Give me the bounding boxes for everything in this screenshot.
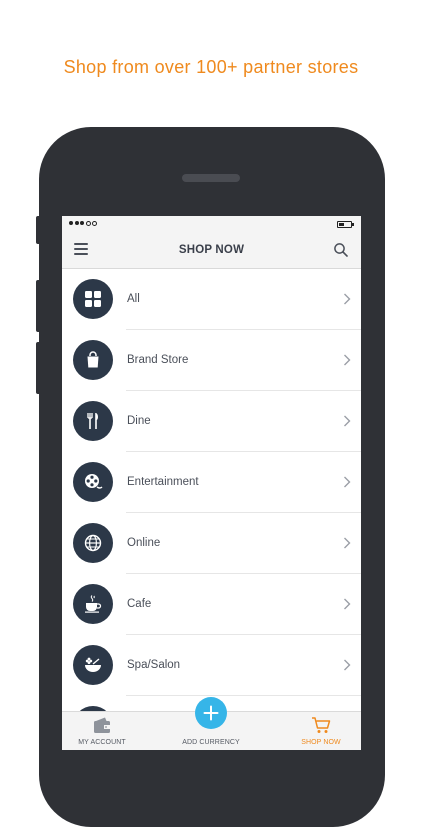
category-item-dine[interactable]: Dine — [62, 391, 361, 452]
category-item-spa-salon[interactable]: Spa/Salon — [62, 635, 361, 696]
wallet-icon — [94, 717, 110, 733]
category-item-entertainment[interactable]: Entertainment — [62, 452, 361, 513]
mute-switch — [36, 216, 40, 244]
category-label: Entertainment — [127, 476, 199, 488]
category-item-online[interactable]: Online — [62, 513, 361, 574]
status-bar — [62, 216, 361, 232]
plus-icon — [203, 705, 219, 721]
chevron-right-icon — [344, 293, 351, 305]
nav-bar: SHOP NOW — [62, 232, 361, 269]
category-label: Brand Store — [127, 354, 189, 366]
category-item-all[interactable]: All — [62, 269, 361, 330]
volume-down-button — [36, 342, 40, 394]
grid-icon — [73, 279, 113, 319]
category-label: Dine — [127, 415, 151, 427]
chevron-right-icon — [344, 659, 351, 671]
category-item-brand-store[interactable]: Brand Store — [62, 330, 361, 391]
category-item-cafe[interactable]: Cafe — [62, 574, 361, 635]
search-icon[interactable] — [333, 242, 349, 258]
tab-shop-now[interactable]: SHOP NOW — [281, 712, 361, 750]
chevron-right-icon — [344, 476, 351, 488]
tab-label: MY ACCOUNT — [78, 739, 126, 746]
chevron-right-icon — [344, 537, 351, 549]
phone-speaker — [182, 174, 240, 182]
film-reel-icon — [73, 462, 113, 502]
spa-bowl-icon — [73, 645, 113, 685]
category-label: Online — [127, 537, 161, 549]
tab-bar: MY ACCOUNT ADD CURRENCY SHOP NOW — [62, 697, 361, 750]
cart-icon — [312, 717, 331, 733]
add-currency-button[interactable] — [195, 697, 227, 729]
signal-icon — [69, 221, 97, 226]
shopping-bag-icon — [73, 340, 113, 380]
promo-headline: Shop from over 100+ partner stores — [63, 57, 359, 77]
tab-label: ADD CURRENCY — [182, 739, 240, 746]
fork-knife-icon — [73, 401, 113, 441]
volume-up-button — [36, 280, 40, 332]
chevron-right-icon — [344, 598, 351, 610]
category-label: Cafe — [127, 598, 152, 610]
tab-add-currency[interactable]: ADD CURRENCY — [171, 697, 251, 750]
category-label: All — [127, 293, 140, 305]
chevron-right-icon — [344, 415, 351, 427]
coffee-cup-icon — [73, 584, 113, 624]
category-label: Spa/Salon — [127, 659, 181, 671]
page-title: SHOP NOW — [178, 244, 245, 256]
app-screen: SHOP NOW All Brand Store Dine Entertainm… — [62, 216, 361, 750]
chevron-right-icon — [344, 354, 351, 366]
tab-my-account[interactable]: MY ACCOUNT — [62, 712, 142, 750]
battery-icon — [337, 221, 354, 228]
globe-icon — [73, 523, 113, 563]
category-list: All Brand Store Dine Entertainment Onlin… — [62, 269, 361, 750]
tab-label: SHOP NOW — [301, 739, 341, 746]
